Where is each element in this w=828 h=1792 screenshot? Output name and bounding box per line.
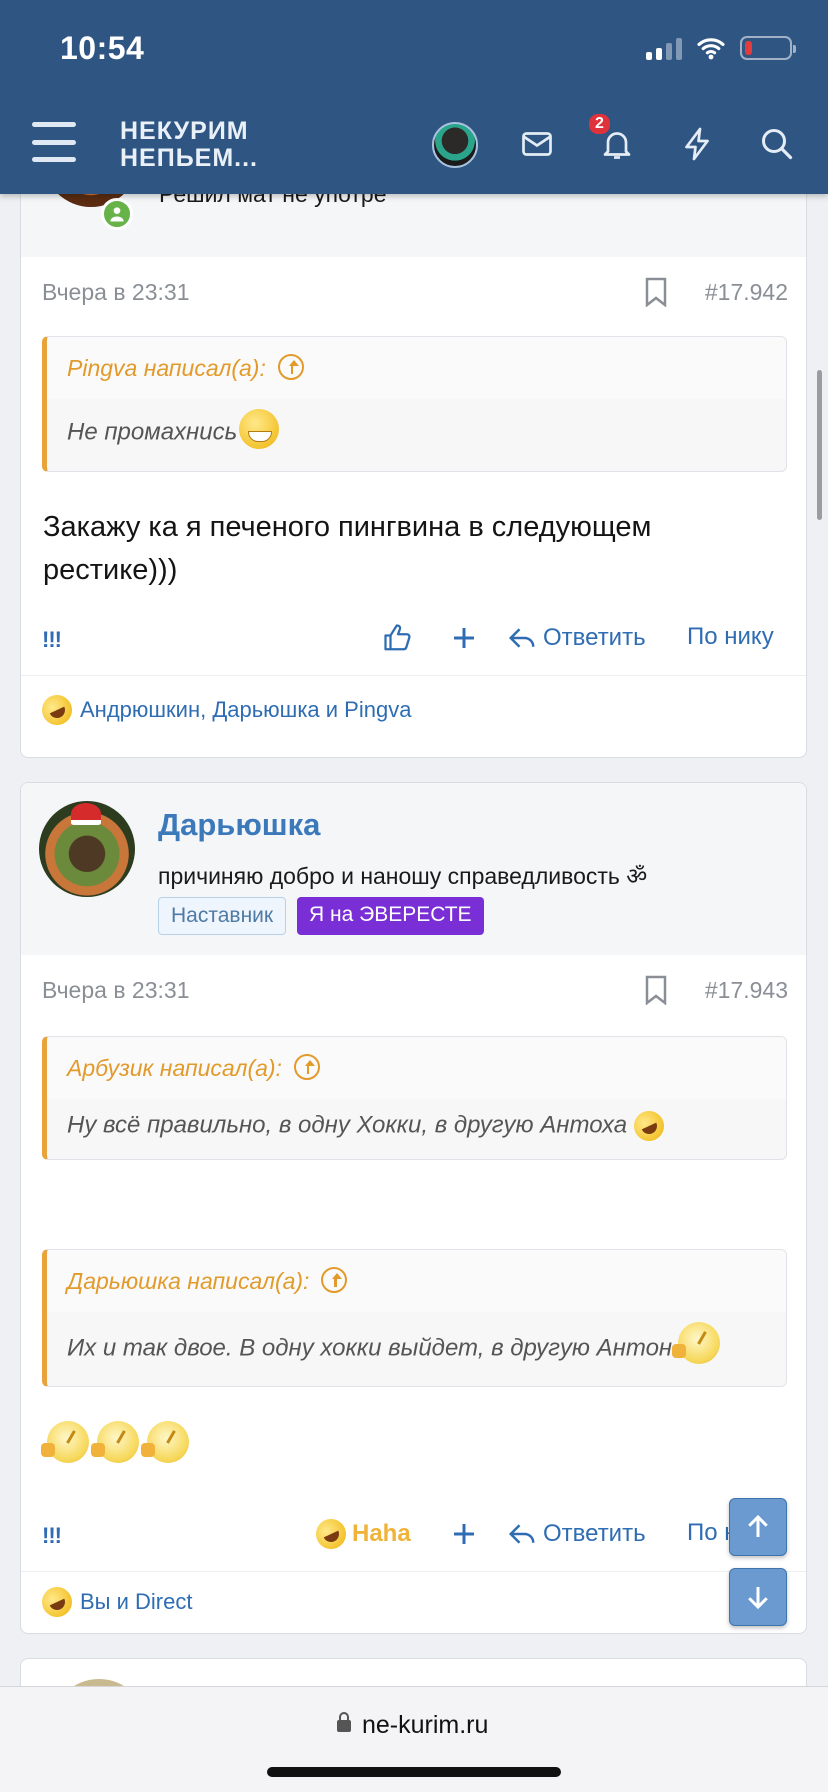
post-body bbox=[41, 1421, 189, 1463]
jump-to-quote-icon[interactable] bbox=[293, 1053, 320, 1080]
status-time: 10:54 bbox=[60, 30, 145, 66]
reply-icon bbox=[508, 1524, 535, 1544]
quote-block: Арбузик написал(а): Ну всё правильно, в … bbox=[42, 1036, 787, 1160]
post-meta: Вчера в 23:31 #17.942 bbox=[21, 257, 806, 327]
post-number[interactable]: #17.943 bbox=[705, 977, 788, 1004]
quote-header: Арбузик написал(а): bbox=[47, 1037, 786, 1099]
quote-header: Pingva написал(а): bbox=[47, 337, 786, 399]
rofl-emoji-icon bbox=[37, 1582, 77, 1622]
reply-by-nick-button[interactable]: По нику bbox=[687, 623, 774, 651]
like-button[interactable] bbox=[383, 623, 413, 653]
quote-author[interactable]: Арбузик написал(а): bbox=[67, 1053, 320, 1083]
author-name[interactable]: Дарьюшка bbox=[158, 807, 320, 843]
add-reaction-button[interactable] bbox=[449, 1519, 479, 1549]
clock-emoji-icon bbox=[141, 1421, 189, 1463]
clock-emoji-icon bbox=[41, 1421, 89, 1463]
post-number[interactable]: #17.942 bbox=[705, 279, 788, 306]
divider bbox=[21, 1571, 806, 1572]
lock-icon bbox=[337, 1712, 351, 1732]
author-title: причиняю добро и наношу справедливость ॐ bbox=[158, 863, 648, 889]
quote-text: Их и так двое. В одну хокки выйдет, в др… bbox=[47, 1312, 786, 1370]
lightning-icon[interactable] bbox=[677, 124, 717, 164]
scroll-up-button[interactable] bbox=[729, 1498, 787, 1556]
scroll-down-button[interactable] bbox=[729, 1568, 787, 1626]
rofl-emoji-icon bbox=[628, 1106, 669, 1146]
divider bbox=[21, 675, 806, 676]
santa-hat-icon bbox=[71, 803, 101, 825]
rofl-emoji-icon bbox=[37, 690, 77, 730]
post-date[interactable]: Вчера в 23:31 bbox=[42, 279, 190, 306]
plus-icon bbox=[454, 1524, 474, 1544]
status-icons bbox=[646, 36, 796, 60]
wifi-icon bbox=[697, 38, 725, 60]
jump-to-quote-icon[interactable] bbox=[321, 1266, 348, 1293]
notification-count-badge: 2 bbox=[589, 114, 610, 134]
clock-emoji-icon bbox=[672, 1322, 721, 1364]
home-indicator[interactable] bbox=[267, 1767, 561, 1777]
post-meta: Вчера в 23:31 #17.943 bbox=[21, 955, 806, 1025]
quote-block: Дарьюшка написал(а): Их и так двое. В од… bbox=[42, 1249, 787, 1387]
nav-bar: НЕКУРИМ НЕПЬЕМ... 2 bbox=[0, 110, 828, 180]
rofl-emoji-icon bbox=[311, 1514, 351, 1554]
quote-block: Pingva написал(а): Не промахнись bbox=[42, 336, 787, 472]
search-icon[interactable] bbox=[757, 124, 797, 164]
post-actions: !!! Ответить По нику bbox=[21, 617, 806, 661]
report-button[interactable]: !!! bbox=[42, 627, 62, 653]
badge-mentor: Наставник bbox=[158, 897, 287, 935]
site-logo[interactable]: НЕКУРИМ НЕПЬЕМ... bbox=[120, 118, 258, 172]
author-avatar[interactable] bbox=[39, 801, 135, 897]
haha-reaction-button[interactable]: Haha bbox=[311, 1514, 411, 1554]
post-body: Закажу ка я печеного пингвина в следующе… bbox=[43, 511, 652, 586]
online-indicator-icon bbox=[101, 198, 133, 230]
bookmark-icon[interactable] bbox=[644, 975, 668, 1005]
report-button[interactable]: !!! bbox=[42, 1523, 62, 1549]
quote-author[interactable]: Дарьюшка написал(а): bbox=[67, 1266, 348, 1296]
thumbs-up-icon bbox=[384, 624, 411, 651]
reactions-summary[interactable]: Андрюшкин, Дарьюшка и Pingva bbox=[37, 690, 411, 730]
post-card: Дарьюшка причиняю добро и наношу справед… bbox=[20, 782, 807, 1634]
badge-everest: Я на ЭВЕРЕСТЕ bbox=[297, 897, 484, 935]
menu-icon[interactable] bbox=[32, 122, 76, 162]
clock-emoji-icon bbox=[91, 1421, 139, 1463]
scrollbar[interactable] bbox=[817, 370, 822, 520]
post-card: Решил мат не употре Вчера в 23:31 #17.94… bbox=[20, 150, 807, 758]
reactions-summary[interactable]: Вы и Direct bbox=[37, 1582, 192, 1622]
quote-text: Ну всё правильно, в одну Хокки, в другую… bbox=[47, 1099, 786, 1146]
grin-emoji-icon bbox=[239, 409, 280, 449]
signal-icon bbox=[646, 36, 682, 60]
reply-button[interactable]: Ответить bbox=[507, 623, 646, 653]
url-text[interactable]: ne-kurim.ru bbox=[362, 1711, 488, 1740]
top-header: 10:54 НЕКУРИМ НЕПЬЕМ... 2 bbox=[0, 0, 828, 194]
plus-icon bbox=[454, 628, 474, 648]
arrow-down-icon bbox=[748, 1587, 768, 1610]
quote-header: Дарьюшка написал(а): bbox=[47, 1250, 786, 1312]
battery-icon bbox=[740, 36, 796, 60]
reply-button[interactable]: Ответить bbox=[507, 1519, 646, 1549]
quote-author[interactable]: Pingva написал(а): bbox=[67, 353, 304, 383]
add-reaction-button[interactable] bbox=[449, 623, 479, 653]
post-date[interactable]: Вчера в 23:31 bbox=[42, 977, 190, 1004]
quote-text: Не промахнись bbox=[47, 399, 786, 453]
bell-icon[interactable]: 2 bbox=[589, 114, 637, 164]
post-author-block: Дарьюшка причиняю добро и наношу справед… bbox=[21, 783, 806, 955]
jump-to-quote-icon[interactable] bbox=[277, 353, 304, 380]
reply-icon bbox=[508, 628, 535, 648]
user-avatar[interactable] bbox=[432, 122, 478, 168]
post-actions: !!! Haha Ответить По нику bbox=[21, 1513, 806, 1557]
browser-url-bar[interactable]: ne-kurim.ru bbox=[0, 1686, 828, 1792]
arrow-up-icon bbox=[748, 1514, 768, 1537]
inbox-icon[interactable] bbox=[517, 124, 557, 164]
bookmark-icon[interactable] bbox=[644, 277, 668, 307]
